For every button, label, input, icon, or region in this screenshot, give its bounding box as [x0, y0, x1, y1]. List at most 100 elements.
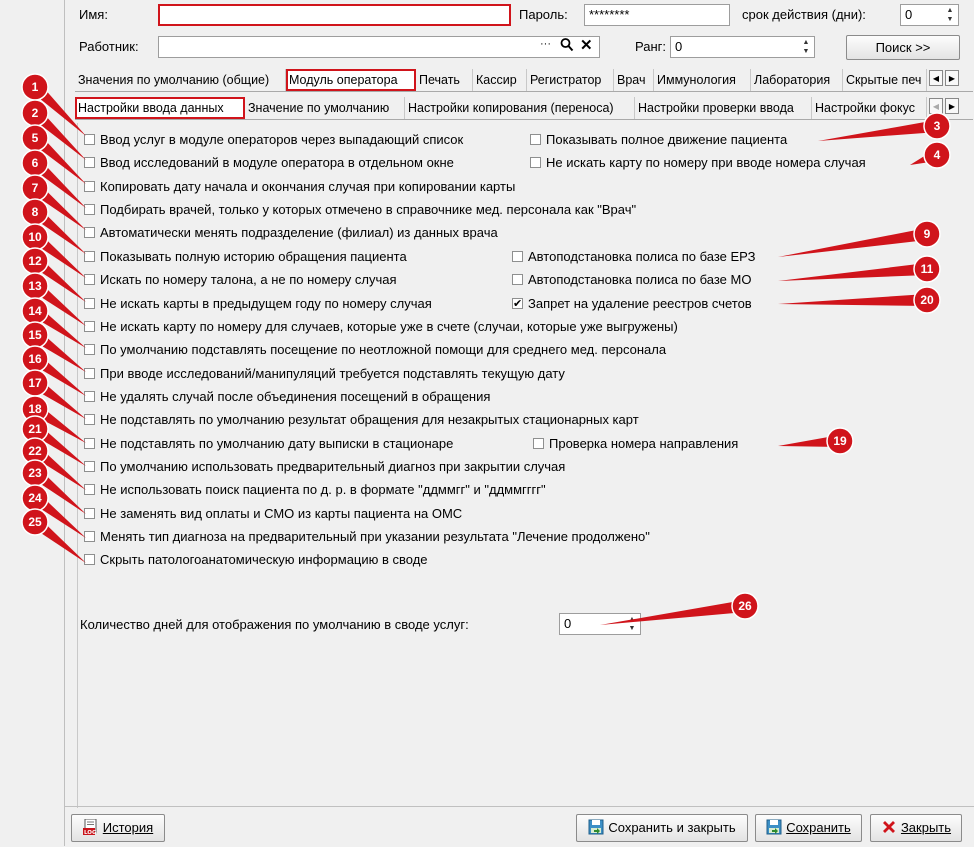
option-label: При вводе исследований/манипуляций требу…	[100, 366, 565, 381]
tab-immunology[interactable]: Иммунология	[654, 69, 751, 91]
checkbox[interactable]	[84, 414, 95, 425]
days-label: Количество дней для отображения по умолч…	[80, 617, 469, 632]
option-left-10[interactable]: По умолчанию подставлять посещение по не…	[84, 341, 666, 359]
option-right-2[interactable]: Не искать карту по номеру при вводе номе…	[530, 154, 866, 172]
search-icon[interactable]	[560, 37, 574, 56]
option-left-14[interactable]: Не подставлять по умолчанию дату выписки…	[84, 435, 453, 453]
save-button[interactable]: Сохранить	[755, 814, 862, 842]
history-label: История	[102, 820, 154, 835]
option-label: Менять тип диагноза на предварительный п…	[100, 529, 650, 544]
option-label: Не использовать поиск пациента по д. р. …	[100, 482, 546, 497]
option-left-12[interactable]: Не удалять случай после объединения посе…	[84, 388, 490, 406]
days-stepper[interactable]: 0 ▲ ▼	[559, 613, 641, 635]
checkbox[interactable]	[84, 508, 95, 519]
option-left-5[interactable]: Автоматически менять подразделение (фили…	[84, 224, 498, 242]
subtab-data-entry[interactable]: Настройки ввода данных	[75, 97, 245, 119]
checkbox[interactable]	[84, 484, 95, 495]
tab-scroll-left-icon[interactable]: ◀	[929, 70, 943, 86]
option-left-13[interactable]: Не подставлять по умолчанию результат об…	[84, 411, 639, 429]
save-close-button[interactable]: Сохранить и закрыть	[576, 814, 748, 842]
password-input[interactable]: ********	[584, 4, 730, 26]
option-left-4[interactable]: Подбирать врачей, только у которых отмеч…	[84, 201, 636, 219]
tab-cashier[interactable]: Кассир	[473, 69, 527, 91]
checkbox-checked[interactable]	[512, 295, 523, 313]
checkbox[interactable]	[84, 251, 95, 262]
checkbox[interactable]	[84, 391, 95, 402]
option-left-16[interactable]: Не использовать поиск пациента по д. р. …	[84, 481, 546, 499]
close-icon	[881, 818, 897, 834]
option-right-3[interactable]: Автоподстановка полиса по базе ЕРЗ	[512, 248, 755, 266]
option-right-1[interactable]: Показывать полное движение пациента	[530, 131, 787, 149]
checkbox[interactable]	[84, 368, 95, 379]
history-button[interactable]: LOG История	[71, 814, 165, 842]
option-left-2[interactable]: Ввод исследований в модуле оператора в о…	[84, 154, 454, 172]
name-input[interactable]	[158, 4, 511, 26]
subtab-scroll-left-icon[interactable]: ◀	[929, 98, 943, 114]
option-left-8[interactable]: Не искать карты в предыдущем году по ном…	[84, 295, 432, 313]
option-left-7[interactable]: Искать по номеру талона, а не по номеру …	[84, 271, 397, 289]
tab-print[interactable]: Печать	[416, 69, 473, 91]
option-right-5[interactable]: Запрет на удаление реестров счетов	[512, 295, 752, 313]
checkbox[interactable]	[512, 251, 523, 262]
checkbox[interactable]	[84, 181, 95, 192]
spin-arrows-icon[interactable]: ▲ ▼	[799, 38, 813, 56]
subtab-scroll-right-icon[interactable]: ▶	[945, 98, 959, 114]
checkbox[interactable]	[512, 274, 523, 285]
tab-hidden-print[interactable]: Скрытые печ	[843, 69, 927, 91]
checkbox[interactable]	[84, 227, 95, 238]
subtab-input-validation[interactable]: Настройки проверки ввода	[635, 97, 812, 119]
save-label: Сохранить	[786, 820, 851, 835]
spin-arrows-icon[interactable]: ▲ ▼	[625, 615, 639, 633]
checkbox[interactable]	[84, 438, 95, 449]
clear-icon[interactable]: ✕	[580, 36, 593, 54]
option-left-11[interactable]: При вводе исследований/манипуляций требу…	[84, 365, 565, 383]
checkbox[interactable]	[84, 298, 95, 309]
option-left-17[interactable]: Не заменять вид оплаты и СМО из карты па…	[84, 505, 462, 523]
tab-defaults-general[interactable]: Значения по умолчанию (общие)	[75, 69, 286, 91]
close-button[interactable]: Закрыть	[870, 814, 962, 842]
option-left-6[interactable]: Показывать полную историю обращения паци…	[84, 248, 407, 266]
checkbox[interactable]	[84, 344, 95, 355]
rank-stepper[interactable]: 0 ▲ ▼	[670, 36, 815, 58]
option-right-4[interactable]: Автоподстановка полиса по базе МО	[512, 271, 751, 289]
subtab-copy-settings[interactable]: Настройки копирования (переноса)	[405, 97, 635, 119]
validity-stepper[interactable]: 0 ▲ ▼	[900, 4, 959, 26]
option-right-6[interactable]: Проверка номера направления	[533, 435, 738, 453]
checkbox[interactable]	[84, 321, 95, 332]
checkbox[interactable]	[84, 461, 95, 472]
more-icon[interactable]: ···	[540, 38, 551, 50]
save-icon	[766, 818, 782, 835]
tab-laboratory[interactable]: Лаборатория	[751, 69, 843, 91]
checkbox[interactable]	[530, 157, 541, 168]
option-label: По умолчанию использовать предварительны…	[100, 459, 566, 474]
checkbox[interactable]	[533, 438, 544, 449]
option-label: Проверка номера направления	[549, 436, 739, 451]
option-left-9[interactable]: Не искать карту по номеру для случаев, к…	[84, 318, 678, 336]
worker-input[interactable]	[158, 36, 600, 58]
main-tabs: Значения по умолчанию (общие) Модуль опе…	[75, 69, 973, 92]
checkbox[interactable]	[84, 157, 95, 168]
spin-arrows-icon[interactable]: ▲ ▼	[943, 6, 957, 24]
option-left-1[interactable]: Ввод услуг в модуле операторов через вып…	[84, 131, 463, 149]
option-left-3[interactable]: Копировать дату начала и окончания случа…	[84, 178, 515, 196]
tab-doctor[interactable]: Врач	[614, 69, 654, 91]
search-button[interactable]: Поиск >>	[846, 35, 960, 60]
tab-scroll-right-icon[interactable]: ▶	[945, 70, 959, 86]
option-left-18[interactable]: Менять тип диагноза на предварительный п…	[84, 528, 650, 546]
option-left-19[interactable]: Скрыть патологоанатомическую информацию …	[84, 551, 428, 569]
checkbox[interactable]	[84, 531, 95, 542]
option-left-15[interactable]: По умолчанию использовать предварительны…	[84, 458, 565, 476]
tab-registrar[interactable]: Регистратор	[527, 69, 614, 91]
checkbox[interactable]	[84, 204, 95, 215]
option-label: Не искать карту по номеру при вводе номе…	[546, 155, 866, 170]
subtab-default-value[interactable]: Значение по умолчанию	[245, 97, 405, 119]
checkbox[interactable]	[530, 134, 541, 145]
option-label: По умолчанию подставлять посещение по не…	[100, 342, 667, 357]
checkbox[interactable]	[84, 274, 95, 285]
checkbox[interactable]	[84, 134, 95, 145]
option-label: Автоподстановка полиса по базе ЕРЗ	[528, 249, 756, 264]
tab-operator-module[interactable]: Модуль оператора	[286, 69, 416, 91]
log-icon: LOG	[82, 818, 99, 836]
checkbox[interactable]	[84, 554, 95, 565]
subtab-focus-settings[interactable]: Настройки фокус	[812, 97, 927, 119]
